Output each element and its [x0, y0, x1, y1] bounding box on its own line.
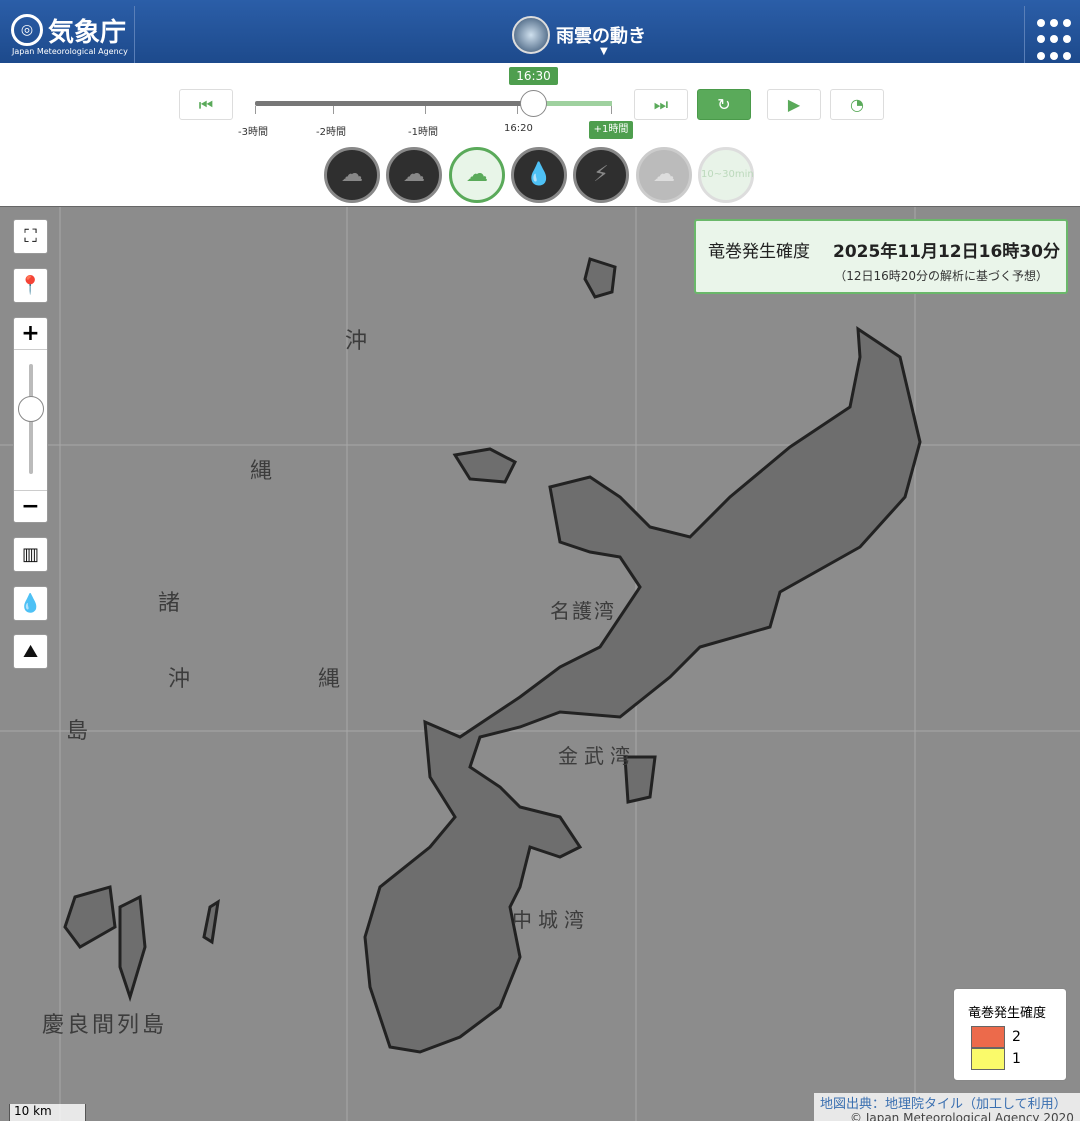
- page-title: 雨雲の動き: [556, 26, 646, 47]
- copyright: © Japan Meteorological Agency 2020: [850, 1111, 1074, 1121]
- map-label: 中城湾: [512, 908, 590, 932]
- map-label: 諸: [158, 591, 187, 616]
- jma-logo-mark-icon: ◎: [11, 14, 43, 46]
- map-label: 沖: [345, 329, 374, 354]
- info-panel: 竜巻発生確度 2025年11月12日16時30分 （12日16時20分の解析に基…: [694, 219, 1068, 294]
- legend-value: 1: [1012, 1051, 1021, 1067]
- location-pin-button[interactable]: 📍: [13, 268, 48, 303]
- zoom-control[interactable]: + −: [13, 317, 48, 523]
- legend-value: 2: [1012, 1029, 1021, 1045]
- time-label: -1時間: [408, 127, 438, 138]
- forecast-datetime: 2025年11月12日16時30分: [833, 242, 1060, 262]
- latest-time-button[interactable]: ↻: [697, 89, 751, 120]
- map-label: 慶良間列島: [42, 1013, 168, 1038]
- time-slider[interactable]: [255, 101, 612, 106]
- island: [118, 894, 147, 1002]
- time-label: -2時間: [316, 127, 346, 138]
- element-name: 竜巻発生確度: [708, 242, 810, 262]
- map-label: 縄: [318, 667, 347, 692]
- scale-bar: 10 km: [9, 1104, 86, 1121]
- okinawa-main-island: [363, 326, 922, 1054]
- time-slider-handle[interactable]: [520, 90, 547, 117]
- map-layer-icon[interactable]: ▥: [13, 537, 48, 572]
- map-label: 縄: [250, 459, 279, 484]
- play-button[interactable]: ▶: [767, 89, 821, 120]
- legend-swatch: [971, 1026, 1005, 1048]
- last-frame-button[interactable]: ⏭: [634, 89, 688, 120]
- map-label: 金武湾: [558, 744, 636, 768]
- rain-cloud-icon: [512, 16, 550, 54]
- logo-text: 気象庁: [48, 18, 127, 48]
- zoom-out-button[interactable]: −: [14, 490, 47, 522]
- current-time-badge: 16:30: [509, 67, 558, 85]
- heavy-rain-layer-button[interactable]: ☁: [636, 147, 692, 203]
- fullscreen-button[interactable]: ⛶: [13, 219, 48, 254]
- legend: 竜巻発生確度 2 1: [953, 988, 1067, 1081]
- thunder-cloud-layer-button[interactable]: ☁: [386, 147, 442, 203]
- rain-cloud-layer-button[interactable]: ☁: [324, 147, 380, 203]
- zoom-handle[interactable]: [18, 396, 44, 422]
- map-label: 沖: [168, 667, 197, 692]
- water-drop-icon[interactable]: 💧: [13, 586, 48, 621]
- short-term-layer-button[interactable]: 10~30min: [698, 147, 754, 203]
- attribution: 地図出典：地理院タイル（加工して利用） © Japan Meteorologic…: [814, 1093, 1080, 1121]
- grid-menu-button[interactable]: [1024, 6, 1080, 63]
- first-frame-button[interactable]: ⏮: [179, 89, 233, 120]
- zoom-in-button[interactable]: +: [14, 318, 47, 350]
- time-label: -3時間: [238, 127, 268, 138]
- island: [452, 447, 518, 484]
- map-label: 島: [66, 719, 95, 744]
- speed-button[interactable]: ◔: [830, 89, 884, 120]
- map[interactable]: 沖 縄 諸 沖 縄 島 名護湾 金武湾 中城湾 慶良間列島 ⛶ 📍 + − ▥ …: [0, 206, 1080, 1121]
- lightning-layer-button[interactable]: ⚡: [573, 147, 629, 203]
- island: [202, 899, 220, 945]
- island: [583, 257, 617, 299]
- analysis-note: （12日16時20分の解析に基づく予想）: [834, 269, 1048, 283]
- legend-title: 竜巻発生確度: [968, 1006, 1047, 1021]
- map-label: 名護湾: [550, 599, 616, 623]
- plus-one-hour-badge[interactable]: +1時間: [589, 121, 633, 139]
- map-canvas: [0, 207, 1080, 1121]
- island: [63, 885, 117, 949]
- time-label: 16:20: [504, 123, 533, 134]
- jma-logo[interactable]: ◎ 気象庁 Japan Meteorological Agency: [0, 6, 135, 63]
- logo-subtext: Japan Meteorological Agency: [12, 47, 128, 56]
- tornado-layer-button[interactable]: ☁: [449, 147, 505, 203]
- content-selector[interactable]: 雨雲の動き ▼: [512, 16, 646, 57]
- rain-drop-layer-button[interactable]: 💧: [511, 147, 567, 203]
- legend-swatch: [971, 1048, 1005, 1070]
- header: ◎ 気象庁 Japan Meteorological Agency 雨雲の動き …: [0, 0, 1080, 63]
- layer-label: 10~30min: [701, 169, 754, 180]
- chevron-down-icon: ▼: [600, 46, 608, 57]
- attribution-link[interactable]: 地図出典：地理院タイル（加工して利用）: [820, 1097, 1067, 1112]
- terrain-icon[interactable]: ⛰: [13, 634, 48, 669]
